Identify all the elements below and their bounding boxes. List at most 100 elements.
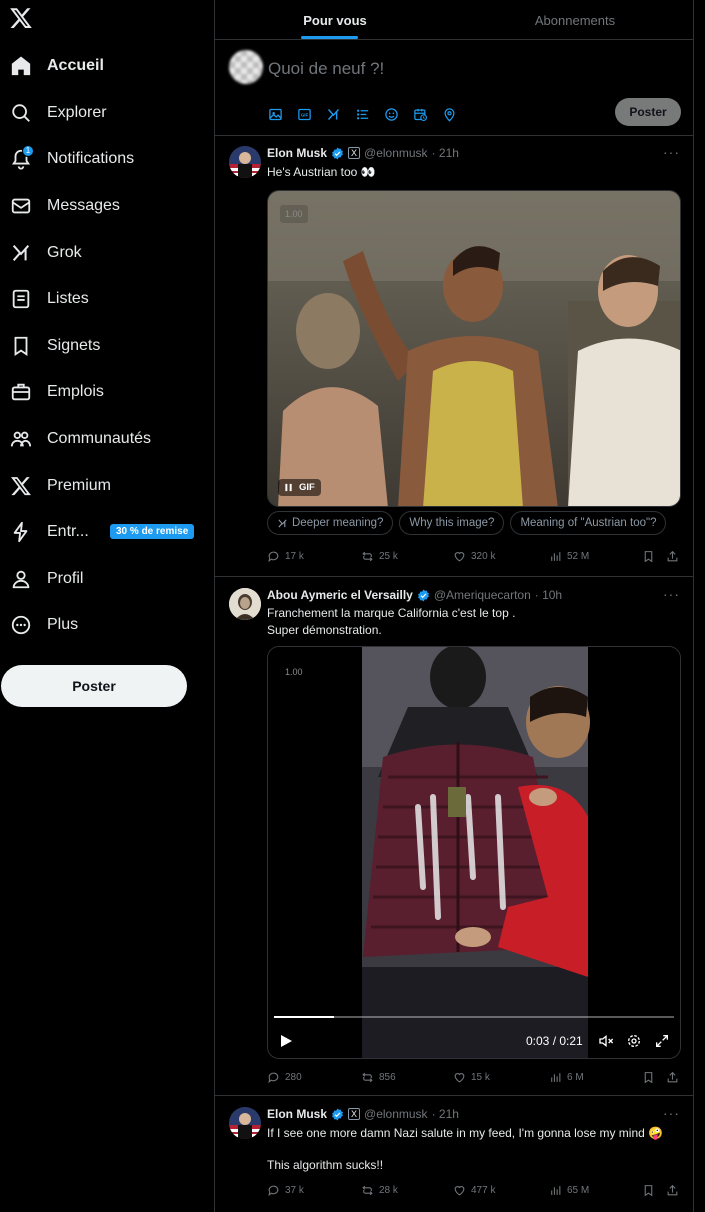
author-name[interactable]: Elon Musk	[267, 146, 327, 160]
heart-icon	[454, 552, 465, 562]
bookmark-button[interactable]	[642, 1071, 655, 1084]
video-progress-track[interactable]	[274, 1016, 674, 1018]
emoji-icon[interactable]	[384, 104, 413, 124]
x-logo-icon[interactable]	[9, 6, 35, 32]
share-button[interactable]	[666, 1071, 679, 1084]
author-handle[interactable]: @elonmusk	[364, 146, 428, 160]
repost-button[interactable]: 856	[361, 1071, 396, 1084]
sidebar-item-profil[interactable]: Profil	[0, 559, 214, 599]
repost-button[interactable]: 25 k	[361, 550, 398, 563]
tab-abonnements[interactable]: Abonnements	[455, 0, 695, 40]
scrollbar[interactable]	[694, 0, 705, 1212]
like-button[interactable]: 477 k	[453, 1184, 495, 1197]
lightning-icon	[10, 521, 32, 543]
playback-rate[interactable]: 1.00	[280, 205, 308, 223]
views-button[interactable]: 65 M	[549, 1184, 589, 1197]
compose-post-button[interactable]: Poster	[615, 98, 681, 126]
share-icon	[667, 550, 678, 562]
schedule-icon[interactable]	[413, 104, 442, 124]
gif-control[interactable]: GIF	[278, 479, 321, 496]
avatar[interactable]	[229, 588, 261, 620]
sidebar-item-communautes[interactable]: Communautés	[0, 419, 214, 459]
pause-icon	[285, 483, 292, 492]
repost-count: 28 k	[379, 1185, 398, 1196]
tweet[interactable]: Abou Aymeric el Versailly @Ameriquecarto…	[215, 577, 694, 1096]
bookmark-button[interactable]	[642, 1184, 655, 1197]
share-button[interactable]	[666, 1184, 679, 1197]
sidebar-item-explorer[interactable]: Explorer	[0, 93, 214, 133]
author-handle[interactable]: @Ameriquecarton	[434, 588, 531, 602]
bookmark-icon	[10, 335, 32, 357]
sidebar-item-emplois[interactable]: Emplois	[0, 372, 214, 412]
play-icon[interactable]	[279, 1034, 293, 1048]
tweet[interactable]: Elon Musk X @elonmusk · 21h ··· If I see…	[215, 1096, 694, 1212]
mute-icon[interactable]	[598, 1033, 614, 1049]
sidebar-item-label: Messages	[47, 197, 120, 214]
more-options-icon[interactable]: ···	[663, 1105, 680, 1121]
playback-rate[interactable]: 1.00	[280, 663, 308, 681]
reply-icon	[268, 1072, 279, 1084]
tweet-video[interactable]: 1.00 0:03 / 0:21	[267, 646, 681, 1059]
author-name[interactable]: Abou Aymeric el Versailly	[267, 588, 413, 602]
gif-icon[interactable]: GIF	[297, 104, 326, 124]
repost-icon	[362, 551, 373, 562]
sidebar-item-signets[interactable]: Signets	[0, 326, 214, 366]
sidebar-item-accueil[interactable]: Accueil	[0, 46, 214, 86]
repost-button[interactable]: 28 k	[361, 1184, 398, 1197]
grok-icon[interactable]	[326, 104, 355, 124]
avatar[interactable]	[229, 146, 261, 178]
x-logo-icon	[10, 475, 32, 497]
sidebar-item-grok[interactable]: Grok	[0, 233, 214, 273]
sidebar-item-listes[interactable]: Listes	[0, 279, 214, 319]
grok-icon	[10, 242, 32, 264]
reply-button[interactable]: 280	[267, 1071, 302, 1084]
views-icon	[551, 552, 561, 561]
tweet-header: Elon Musk X @elonmusk · 21h	[267, 1107, 459, 1121]
suggestion-chip[interactable]: Meaning of "Austrian too"?	[510, 511, 667, 535]
post-button[interactable]: Poster	[1, 665, 187, 707]
compose-input[interactable]: Quoi de neuf ?!	[268, 59, 384, 79]
sidebar-item-entreprises[interactable]: Entr... 30 % de remise	[0, 512, 214, 552]
share-icon	[667, 1184, 678, 1196]
views-icon	[551, 1186, 561, 1195]
suggestion-chip[interactable]: Why this image?	[399, 511, 505, 535]
more-options-icon[interactable]: ···	[663, 586, 680, 602]
affiliate-badge[interactable]: X	[348, 1108, 361, 1120]
author-name[interactable]: Elon Musk	[267, 1107, 327, 1121]
like-button[interactable]: 15 k	[453, 1071, 490, 1084]
sidebar-item-notifications[interactable]: 1 Notifications	[0, 139, 214, 179]
affiliate-badge[interactable]: X	[348, 147, 361, 159]
settings-icon[interactable]	[626, 1033, 642, 1049]
more-options-icon[interactable]: ···	[663, 144, 680, 160]
tweet-time[interactable]: · 21h	[432, 146, 459, 160]
avatar[interactable]	[229, 50, 263, 84]
tab-pour-vous[interactable]: Pour vous	[215, 0, 455, 40]
avatar[interactable]	[229, 1107, 261, 1139]
share-button[interactable]	[666, 550, 679, 563]
view-count: 52 M	[567, 551, 590, 562]
like-button[interactable]: 320 k	[453, 550, 495, 563]
sidebar-item-label: Emplois	[47, 383, 104, 400]
bookmark-button[interactable]	[642, 550, 655, 563]
sidebar-item-plus[interactable]: Plus	[0, 605, 214, 645]
reply-button[interactable]: 17 k	[267, 550, 304, 563]
image-icon[interactable]	[268, 104, 297, 124]
sidebar-item-messages[interactable]: Messages	[0, 186, 214, 226]
tweet-header: Abou Aymeric el Versailly @Ameriquecarto…	[267, 588, 562, 602]
views-button[interactable]: 52 M	[549, 550, 589, 563]
poll-icon[interactable]	[355, 104, 384, 124]
sidebar: Accueil Explorer 1 Notifications Message…	[0, 0, 214, 1212]
fullscreen-icon[interactable]	[654, 1033, 670, 1049]
home-icon	[10, 55, 32, 77]
tweet-time[interactable]: · 10h	[535, 588, 562, 602]
views-button[interactable]: 6 M	[549, 1071, 584, 1084]
author-handle[interactable]: @elonmusk	[364, 1107, 428, 1121]
tweet-time[interactable]: · 21h	[432, 1107, 459, 1121]
reply-button[interactable]: 37 k	[267, 1184, 304, 1197]
like-count: 320 k	[471, 551, 496, 562]
tweet-gif[interactable]: 1.00 GIF	[267, 190, 681, 507]
suggestion-chip[interactable]: Deeper meaning?	[267, 511, 394, 535]
tweet[interactable]: Elon Musk X @elonmusk · 21h ··· He's Aus…	[215, 136, 694, 577]
sidebar-item-premium[interactable]: Premium	[0, 466, 214, 506]
location-icon[interactable]	[442, 104, 471, 124]
